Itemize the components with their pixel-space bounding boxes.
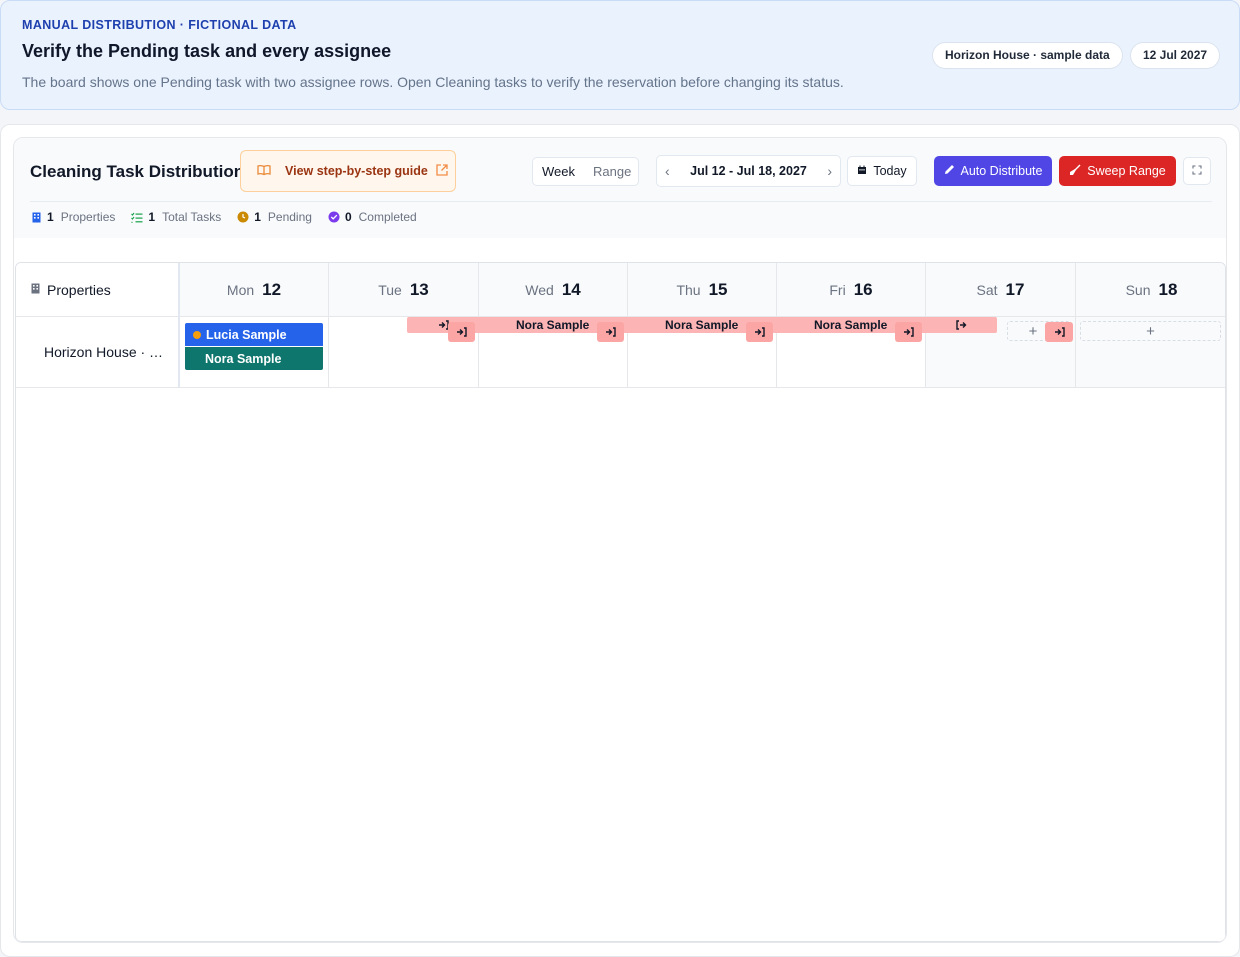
date-pill: 12 Jul 2027 xyxy=(1130,42,1221,69)
properties-label: Properties xyxy=(60,210,116,224)
view-guide-button[interactable]: View step-by-step guide xyxy=(240,150,456,192)
day-header-wed: Wed 14 xyxy=(479,263,628,317)
building-icon xyxy=(30,211,42,223)
banner-eyebrow: MANUAL DISTRIBUTION · FICTIONAL DATA xyxy=(22,18,297,32)
day-header-mon: Mon 12 xyxy=(180,263,329,317)
banner-title: Verify the Pending task and every assign… xyxy=(22,41,392,61)
top-banner: MANUAL DISTRIBUTION · FICTIONAL DATA Ver… xyxy=(0,0,1240,110)
range-view-button[interactable]: Range xyxy=(584,164,640,179)
today-button[interactable]: Today xyxy=(847,156,917,186)
external-link-icon xyxy=(436,163,448,179)
reservation-guest-label: Nora Sample xyxy=(665,318,739,332)
checkin-icon[interactable] xyxy=(895,322,922,342)
properties-count: 1 xyxy=(47,210,54,224)
check-circle-icon xyxy=(328,211,340,223)
tasks-count: 1 xyxy=(148,210,156,224)
distribution-panel: Cleaning Task Distribution View step-by-… xyxy=(13,137,1227,943)
pencil-icon xyxy=(944,164,955,178)
checkin-icon[interactable] xyxy=(597,322,624,342)
panel-title: Cleaning Task Distribution xyxy=(30,162,245,181)
expand-icon xyxy=(1192,164,1202,178)
plus-icon: + xyxy=(1028,322,1038,340)
building-icon xyxy=(31,283,40,297)
date-range-label[interactable]: Jul 12 - Jul 18, 2027 xyxy=(690,164,807,178)
checkin-icon[interactable] xyxy=(1045,322,1073,342)
sweep-range-button[interactable]: Sweep Range xyxy=(1059,156,1176,186)
stats-bar: 1 Properties 1 Total Tasks 1 Pending 0 C… xyxy=(30,210,433,224)
task-assignee-nora[interactable]: Nora Sample xyxy=(185,347,323,370)
calendar-icon xyxy=(857,164,867,178)
chevron-left-icon[interactable]: ‹ xyxy=(665,163,670,179)
add-task-slot-sun[interactable]: + xyxy=(1080,321,1221,341)
view-toggle: Week Range xyxy=(532,157,639,186)
day-header-tue: Tue 13 xyxy=(329,263,479,317)
broom-icon xyxy=(1069,164,1081,179)
date-range-picker: ‹ Jul 12 - Jul 18, 2027 › xyxy=(656,155,841,187)
day-header-fri: Fri 16 xyxy=(777,263,926,317)
checkin-icon[interactable] xyxy=(746,322,773,342)
clock-icon xyxy=(237,211,249,223)
calendar-grid: Properties Mon 12 Tue 13 Wed 14 Thu 15 Fri 16… xyxy=(15,262,1226,942)
pending-label: Pending xyxy=(267,210,312,224)
property-pill: Horizon House · sample data xyxy=(932,42,1123,69)
header-divider xyxy=(30,201,1212,202)
tasks-label: Total Tasks xyxy=(162,210,222,224)
pending-dot xyxy=(193,330,201,339)
panel-header: Cleaning Task Distribution View step-by-… xyxy=(14,138,1226,238)
task-assignee-lucia[interactable]: Lucia Sample xyxy=(185,323,323,346)
property-row-label[interactable]: Horizon House · … xyxy=(16,317,180,388)
chevron-right-icon[interactable]: › xyxy=(827,163,832,179)
week-view-button[interactable]: Week xyxy=(533,164,584,179)
properties-header: Properties xyxy=(16,263,180,317)
reservation-guest-label: Nora Sample xyxy=(814,318,888,332)
checkin-icon[interactable] xyxy=(448,322,475,342)
book-icon xyxy=(257,164,275,179)
completed-count: 0 xyxy=(344,210,352,224)
checkout-icon[interactable] xyxy=(953,317,969,333)
properties-header-label: Properties xyxy=(47,281,111,298)
banner-description: The board shows one Pending task with tw… xyxy=(22,74,844,90)
auto-distribute-label: Auto Distribute xyxy=(960,164,1043,178)
stat-total-tasks: 1 Total Tasks xyxy=(131,210,221,224)
sweep-range-label: Sweep Range xyxy=(1087,164,1166,178)
auto-distribute-button[interactable]: Auto Distribute xyxy=(934,156,1052,186)
plus-icon: + xyxy=(1146,322,1155,340)
stat-pending: 1 Pending xyxy=(237,210,312,224)
guide-label: View step-by-step guide xyxy=(285,164,428,178)
pending-count: 1 xyxy=(254,210,261,224)
checklist-icon xyxy=(131,211,143,223)
completed-label: Completed xyxy=(358,210,417,224)
day-header-sat: Sat 17 xyxy=(926,263,1076,317)
reservation-guest-label: Nora Sample xyxy=(516,318,590,332)
day-header-thu: Thu 15 xyxy=(628,263,777,317)
stat-completed: 0 Completed xyxy=(328,210,417,224)
stat-properties: 1 Properties xyxy=(30,210,115,224)
today-label: Today xyxy=(873,164,907,178)
day-header-sun: Sun 18 xyxy=(1076,263,1225,317)
fullscreen-button[interactable] xyxy=(1183,157,1211,185)
